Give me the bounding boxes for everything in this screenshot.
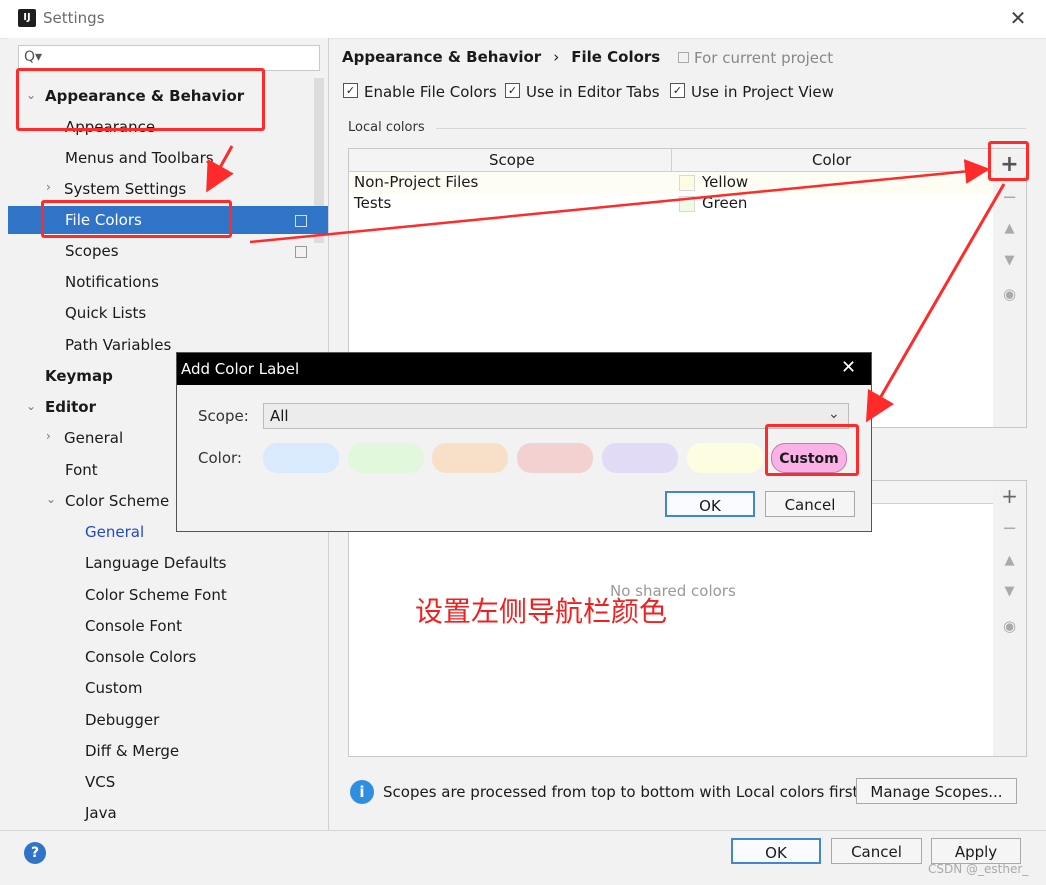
arrow (206, 145, 234, 193)
arrow (865, 183, 1006, 423)
annotation-arrows (206, 145, 1006, 423)
watermark: CSDN @_esther_ (928, 862, 1029, 876)
annotation-text: 设置左侧导航栏颜色 (415, 595, 668, 628)
arrow (249, 159, 990, 244)
